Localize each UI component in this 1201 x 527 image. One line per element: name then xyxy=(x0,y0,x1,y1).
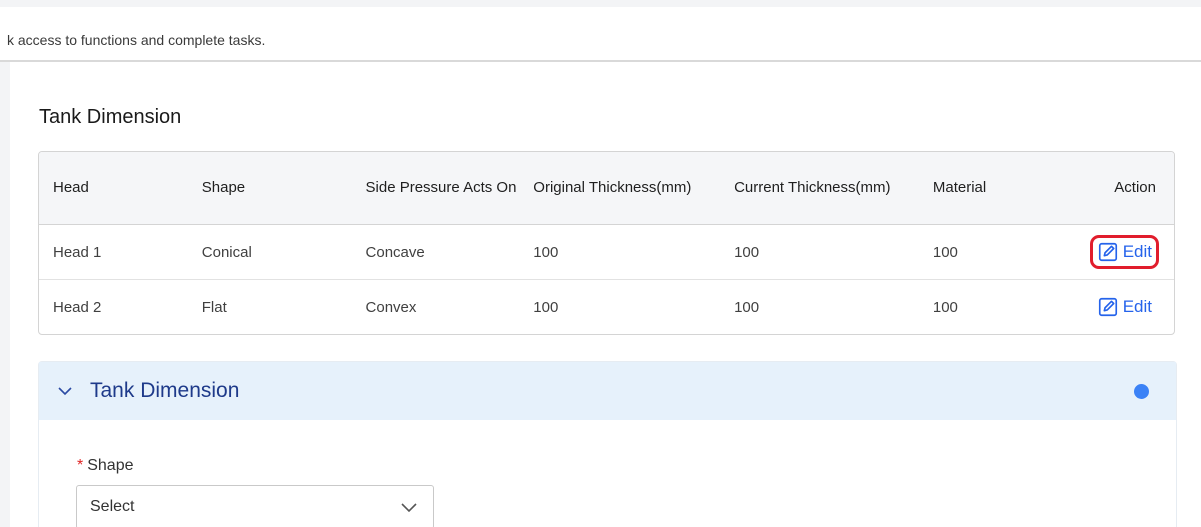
shape-select-value: Select xyxy=(90,498,135,515)
cell-head: Head 1 xyxy=(39,225,188,280)
status-dot xyxy=(1134,384,1149,399)
panel-header[interactable]: Tank Dimension xyxy=(39,362,1176,420)
edit-label: Edit xyxy=(1122,296,1152,316)
table-header-row: Head Shape Side Pressure Acts On Origina… xyxy=(39,152,1174,225)
edit-button[interactable]: Edit xyxy=(1089,234,1160,269)
cell-original-thickness: 100 xyxy=(533,298,559,316)
required-mark: * xyxy=(77,457,84,474)
edit-icon xyxy=(1098,297,1117,316)
chevron-down-icon[interactable] xyxy=(56,382,74,400)
cell-current-thickness: 100 xyxy=(720,225,919,280)
cell-head: Head 2 xyxy=(53,298,102,316)
tank-dimension-table: Head Shape Side Pressure Acts On Origina… xyxy=(38,151,1175,335)
info-banner: k access to functions and complete tasks… xyxy=(0,7,1201,62)
cell-original-thickness: 100 xyxy=(519,225,721,280)
main-content: Tank Dimension Head Shape Side Pressure … xyxy=(10,62,1201,527)
tank-dimension-panel: Tank Dimension * Shape Select xyxy=(38,361,1177,527)
cell-material: 100 xyxy=(918,225,1079,280)
col-header-original-thickness: Original Thickness(mm) xyxy=(519,152,721,225)
edit-button[interactable]: Edit xyxy=(1093,293,1156,321)
banner-text: k access to functions and complete tasks… xyxy=(7,32,266,48)
col-header-material: Material xyxy=(918,152,1079,225)
table-row: Head 2 Flat Convex 100 100 100 Edit xyxy=(39,280,1174,334)
table-row: Head 1 Conical Concave 100 100 100 Edit xyxy=(39,225,1174,280)
cell-side-pressure: Concave xyxy=(351,225,520,280)
cell-shape: Flat xyxy=(201,298,227,316)
section-title: Tank Dimension xyxy=(39,106,182,128)
col-header-head: Head xyxy=(39,152,188,225)
col-header-action: Action xyxy=(1078,152,1174,225)
col-header-shape: Shape xyxy=(187,152,352,225)
cell-shape: Conical xyxy=(187,225,352,280)
cell-current-thickness: 100 xyxy=(734,298,760,316)
panel-title: Tank Dimension xyxy=(90,379,240,402)
cell-action: Edit xyxy=(1079,280,1174,334)
shape-select[interactable]: Select xyxy=(76,485,434,527)
chevron-down-icon xyxy=(401,503,417,513)
cell-action: Edit xyxy=(1078,225,1174,280)
cell-side-pressure: Convex xyxy=(365,298,417,316)
col-header-side-pressure: Side Pressure Acts On xyxy=(351,152,520,225)
shape-field-label: * Shape xyxy=(77,457,134,475)
col-header-current-thickness: Current Thickness(mm) xyxy=(720,152,919,225)
shape-label-text: Shape xyxy=(87,457,134,474)
edit-icon xyxy=(1098,242,1117,261)
edit-label: Edit xyxy=(1122,241,1152,261)
cell-material: 100 xyxy=(932,298,958,316)
